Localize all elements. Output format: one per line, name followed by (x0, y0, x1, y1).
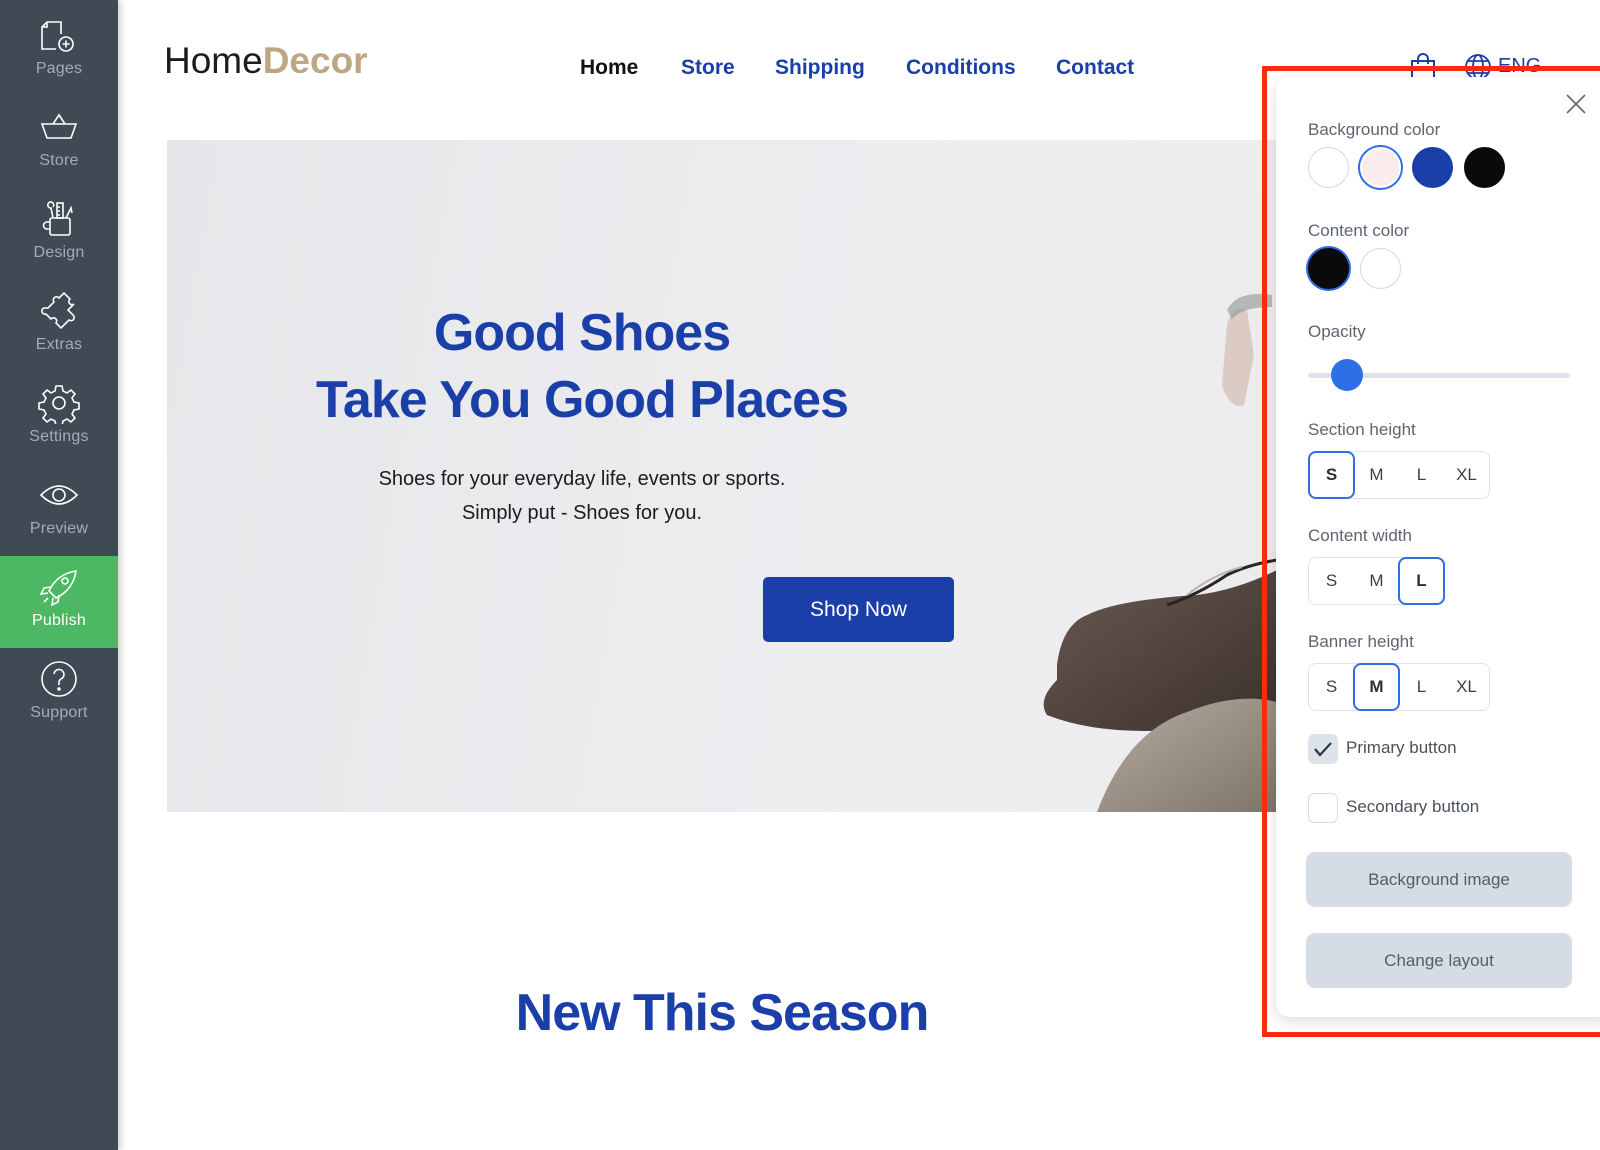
rocket-icon (39, 570, 77, 607)
background-color-swatch[interactable] (1464, 147, 1505, 188)
sidebar-item-pages[interactable]: Pages (0, 4, 118, 96)
opacity-slider[interactable] (1308, 359, 1570, 391)
content-width-option-l[interactable]: L (1398, 557, 1445, 605)
language-selector[interactable]: ENG (1498, 55, 1541, 78)
logo-home-text: Home (164, 40, 263, 81)
eye-icon (39, 485, 79, 505)
section-height-label: Section height (1308, 420, 1416, 439)
primary-button-label[interactable]: Primary button (1346, 738, 1457, 758)
nav-home[interactable]: Home (580, 56, 638, 80)
section-height-option-l[interactable]: L (1399, 452, 1444, 498)
background-image-button[interactable]: Background image (1306, 852, 1572, 907)
nav-conditions[interactable]: Conditions (906, 56, 1016, 80)
sidebar-item-label: Store (39, 152, 79, 169)
content-color-swatch[interactable] (1360, 248, 1401, 289)
banner-height-selector: S M L XL (1308, 663, 1490, 711)
logo-decor-text: Decor (262, 40, 368, 81)
shopping-bag-icon[interactable] (1410, 52, 1436, 80)
hero-subtitle-line-1: Shoes for your everyday life, events or … (378, 468, 786, 490)
banner-height-label: Banner height (1308, 632, 1414, 651)
page-add-icon (41, 21, 74, 52)
sidebar-item-support[interactable]: Support (0, 648, 118, 740)
banner-height-option-m[interactable]: M (1353, 663, 1400, 711)
hero-subtitle-line-2: Simply put - Shoes for you. (461, 502, 703, 524)
nav-store[interactable]: Store (681, 56, 735, 80)
hero-title: Good Shoes Take You Good Places (167, 300, 1277, 434)
hero-subtitle: Shoes for your everyday life, events or … (167, 462, 1277, 530)
opacity-label: Opacity (1308, 322, 1366, 341)
hero-banner[interactable]: Good Shoes Take You Good Places Shoes fo… (167, 140, 1277, 812)
background-color-swatch[interactable] (1360, 147, 1401, 188)
puzzle-icon (41, 291, 75, 330)
nav-shipping[interactable]: Shipping (775, 56, 865, 80)
hero-title-line-1: Good Shoes (433, 304, 731, 362)
secondary-button-checkbox[interactable] (1308, 793, 1338, 823)
change-layout-button[interactable]: Change layout (1306, 933, 1572, 988)
background-color-label: Background color (1308, 120, 1441, 139)
sidebar-item-extras[interactable]: Extras (0, 280, 118, 372)
basket-icon (40, 113, 78, 139)
background-color-swatch[interactable] (1308, 147, 1349, 188)
checkmark-icon (1314, 742, 1332, 757)
sidebar-item-label: Preview (29, 520, 89, 537)
content-color-swatch[interactable] (1308, 248, 1349, 289)
section-height-option-s[interactable]: S (1308, 451, 1355, 499)
opacity-slider-handle[interactable] (1331, 359, 1364, 391)
section-height-option-xl[interactable]: XL (1444, 452, 1489, 498)
section-title: New This Season (515, 984, 930, 1042)
section-height-option-m[interactable]: M (1354, 452, 1399, 498)
content-width-option-s[interactable]: S (1309, 558, 1354, 604)
hero-title-line-2: Take You Good Places (316, 371, 849, 429)
sidebar-item-label: Extras (35, 336, 83, 353)
editor-sidebar: Pages Store Design Extras Settings Previ… (0, 0, 118, 1150)
banner-height-option-xl[interactable]: XL (1444, 664, 1489, 710)
sidebar-item-label: Pages (35, 60, 83, 77)
content-width-label: Content width (1308, 526, 1412, 545)
section-height-selector: S M L XL (1308, 451, 1490, 499)
secondary-button-label[interactable]: Secondary button (1346, 797, 1479, 817)
content-color-label: Content color (1308, 221, 1410, 240)
sidebar-item-design[interactable]: Design (0, 188, 118, 280)
sidebar-item-preview[interactable]: Preview (0, 464, 118, 556)
background-color-swatch[interactable] (1412, 147, 1453, 188)
shop-now-button[interactable]: Shop Now (763, 577, 954, 642)
banner-height-option-l[interactable]: L (1399, 664, 1444, 710)
banner-height-option-s[interactable]: S (1309, 664, 1354, 710)
sidebar-item-label: Support (30, 704, 88, 721)
sidebar-item-label: Settings (29, 428, 89, 445)
content-width-selector: SML (1308, 557, 1445, 605)
site-logo[interactable]: HomeDecor (164, 40, 368, 82)
section-settings-panel: Background color Content color Opacity S… (1276, 77, 1600, 1017)
primary-button-checkbox[interactable] (1308, 734, 1338, 764)
nav-contact[interactable]: Contact (1056, 56, 1134, 80)
sidebar-item-store[interactable]: Store (0, 96, 118, 188)
content-width-option-m[interactable]: M (1354, 558, 1399, 604)
gear-icon (38, 385, 80, 424)
sidebar-item-label: Design (33, 244, 85, 261)
close-icon[interactable] (1564, 92, 1588, 116)
sidebar-item-label: Publish (32, 612, 86, 629)
sidebar-item-settings[interactable]: Settings (0, 372, 118, 464)
sidebar-item-publish[interactable]: Publish (0, 556, 118, 648)
help-icon (41, 661, 77, 697)
design-tools-icon (42, 201, 73, 236)
